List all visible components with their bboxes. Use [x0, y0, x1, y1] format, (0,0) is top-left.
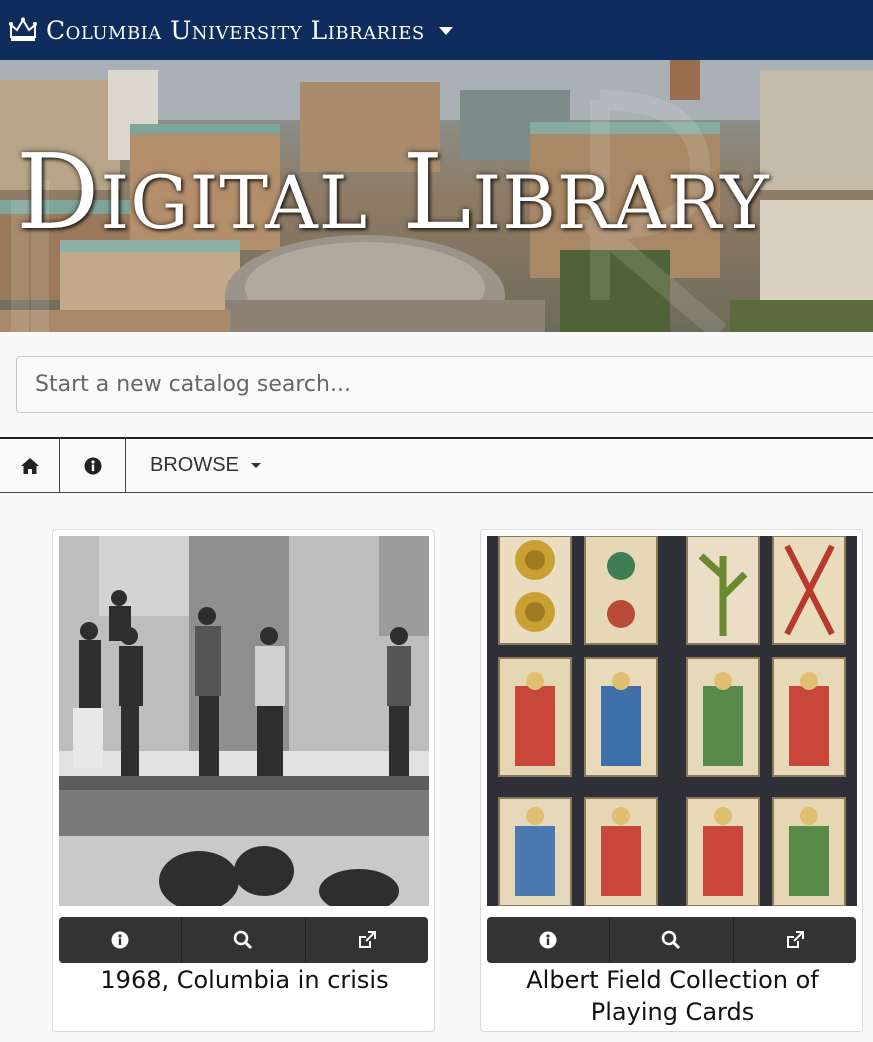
- browse-label: BROWSE: [150, 454, 239, 476]
- search-icon: [234, 930, 253, 950]
- card-info-button[interactable]: [59, 917, 183, 963]
- collection-card[interactable]: 1968, Columbia in crisis: [52, 529, 435, 1032]
- collection-title[interactable]: 1968, Columbia in crisis: [63, 964, 426, 996]
- search-icon: [662, 930, 681, 950]
- top-header: Columbia University Libraries: [0, 0, 873, 60]
- card-action-bar: [487, 917, 856, 963]
- card-external-link-button[interactable]: [306, 917, 428, 963]
- banner-title: Digital Library: [16, 131, 770, 253]
- hero-banner: Digital Library: [0, 60, 873, 332]
- info-icon: [111, 931, 129, 949]
- card-action-bar: [59, 917, 428, 963]
- collection-thumbnail[interactable]: [487, 536, 857, 906]
- chevron-down-icon: [250, 463, 261, 468]
- collection-title[interactable]: Albert Field Collection of Playing Cards: [491, 964, 854, 1028]
- info-icon: [84, 457, 101, 474]
- card-search-button[interactable]: [182, 917, 306, 963]
- card-search-button[interactable]: [610, 917, 734, 963]
- search-input[interactable]: [16, 356, 873, 413]
- protest-photo: [59, 536, 429, 906]
- browse-dropdown[interactable]: BROWSE: [126, 439, 261, 492]
- collection-thumbnail[interactable]: [59, 536, 429, 906]
- playing-cards-photo: [487, 536, 857, 906]
- crown-icon: [9, 17, 37, 41]
- external-link-icon: [358, 931, 376, 948]
- main-nav: BROWSE: [0, 437, 873, 493]
- info-icon: [539, 931, 557, 949]
- external-link-icon: [786, 931, 804, 948]
- search-bar: [16, 356, 873, 413]
- card-info-button[interactable]: [487, 917, 611, 963]
- card-external-link-button[interactable]: [734, 917, 856, 963]
- brand-link[interactable]: Columbia University Libraries: [46, 16, 425, 45]
- nav-home-button[interactable]: [0, 439, 60, 492]
- chevron-down-icon[interactable]: [438, 27, 453, 35]
- nav-info-button[interactable]: [60, 439, 126, 492]
- collection-card[interactable]: Albert Field Collection of Playing Cards: [480, 529, 863, 1032]
- home-icon: [20, 457, 39, 474]
